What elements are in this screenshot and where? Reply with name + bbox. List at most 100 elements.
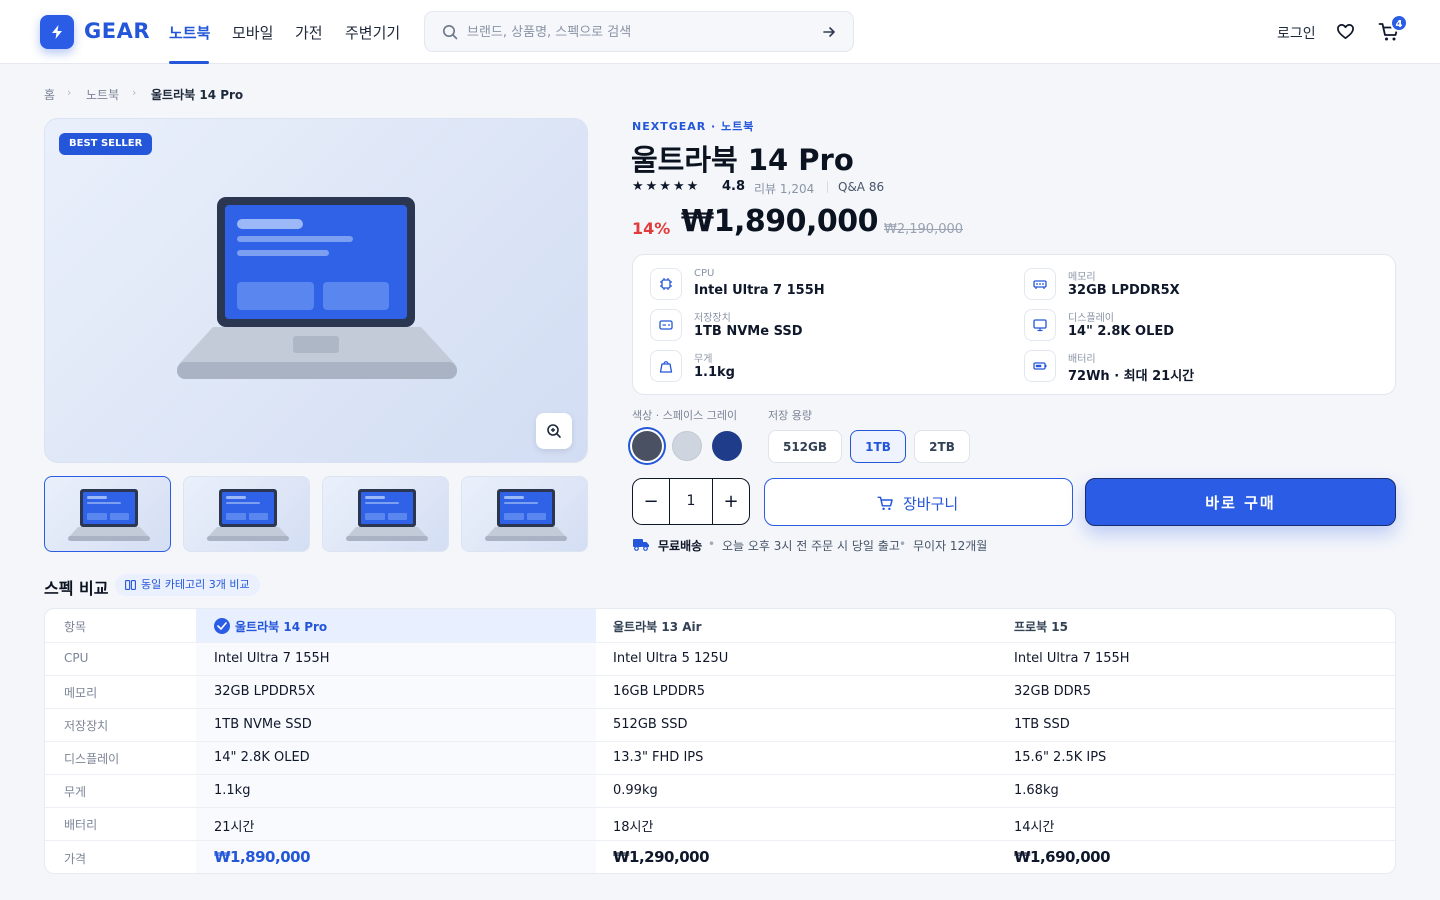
sale-price: ₩1,890,000 [681, 204, 879, 239]
breadcrumb-laptop[interactable]: 노트북 [86, 86, 119, 103]
spec-label-display: 디스플레이 [1068, 313, 1114, 324]
storage-option-1tb[interactable]: 1TB [850, 430, 906, 463]
table-cell-price: ₩1,890,000 [214, 848, 311, 866]
free-shipping-label: 무료배송 [658, 539, 703, 553]
spec-compare-title: 스펙 비교 [44, 579, 109, 598]
table-cell: 1TB SSD [1014, 717, 1070, 732]
spec-value-memory: 32GB LPDDR5X [1068, 283, 1180, 298]
spec-value-battery: 72Wh · 최대 21시간 [1068, 369, 1195, 384]
row-label-storage: 저장장치 [64, 719, 109, 733]
spec-label-memory: 메모리 [1068, 272, 1096, 283]
storage-option-label: 저장 용량 [768, 409, 812, 422]
column-header-item: 항목 [64, 620, 87, 634]
laptop-thumbnail-image [207, 489, 289, 541]
color-option-label: 색상 · 스페이스 그레이 [632, 409, 738, 422]
top-header: GEAR 노트북 모바일 가전 주변기기 로그인 4 [0, 0, 1440, 64]
spec-value-cpu: Intel Ultra 7 155H [694, 283, 825, 298]
add-to-cart-label: 장바구니 [903, 495, 959, 513]
row-divider [45, 642, 1395, 643]
memory-icon [1024, 268, 1056, 300]
row-label-price: 가격 [64, 852, 87, 866]
table-cell: 18시간 [613, 820, 654, 835]
cart-count-badge: 4 [1390, 14, 1408, 32]
row-divider [45, 708, 1395, 709]
table-cell: 32GB LPDDR5X [214, 684, 315, 699]
columns-icon [125, 580, 136, 590]
buy-now-button[interactable]: 바로 구매 [1085, 478, 1396, 526]
login-link[interactable]: 로그인 [1277, 23, 1316, 43]
nav-laptop[interactable]: 노트북 [169, 22, 210, 43]
nav-peripherals[interactable]: 주변기기 [345, 22, 400, 43]
thumbnail-3[interactable] [322, 476, 449, 552]
breadcrumb-current: 울트라북 14 Pro [151, 88, 244, 102]
best-seller-badge: BEST SELLER [59, 133, 153, 155]
add-to-cart-button[interactable]: 장바구니 [764, 478, 1073, 526]
cpu-icon [650, 268, 682, 300]
color-swatch-silver[interactable] [672, 431, 702, 461]
nav-mobile[interactable]: 모바일 [232, 22, 273, 43]
dispatch-info: 오늘 오후 3시 전 주문 시 당일 출고 [722, 539, 900, 553]
storage-option-2tb[interactable]: 2TB [914, 430, 970, 463]
storage-option-512gb[interactable]: 512GB [768, 430, 842, 463]
laptop-thumbnail-image [68, 489, 150, 541]
battery-icon [1024, 350, 1056, 382]
delivery-truck-icon [633, 539, 649, 551]
row-label-memory: 메모리 [64, 686, 98, 700]
logo-text[interactable]: GEAR [84, 19, 150, 43]
spec-label-storage: 저장장치 [694, 313, 731, 324]
review-count-link[interactable]: 리뷰 1,204 [754, 180, 814, 197]
table-cell-price: ₩1,690,000 [1014, 848, 1111, 866]
zoom-button[interactable] [536, 413, 572, 449]
separator-dot: • [899, 537, 907, 551]
thumbnail-2[interactable] [183, 476, 310, 552]
search-input[interactable] [467, 18, 807, 46]
storage-icon [650, 309, 682, 341]
search-bar[interactable] [424, 11, 854, 52]
rating-value: 4.8 [722, 179, 746, 194]
nav-active-indicator [169, 61, 209, 64]
thumbnail-1[interactable] [44, 476, 171, 552]
quantity-stepper: − 1 + [632, 478, 750, 525]
wishlist-heart-icon[interactable] [1336, 22, 1355, 41]
row-label-battery: 배터리 [64, 818, 98, 832]
thumbnail-4[interactable] [461, 476, 588, 552]
table-cell: Intel Ultra 7 155H [214, 651, 330, 666]
zoom-in-icon [547, 424, 561, 438]
spec-compare-table: 항목 울트라북 14 Pro 울트라북 13 Air 프로북 15 CPU In… [44, 608, 1396, 874]
table-cell: 512GB SSD [613, 717, 688, 732]
spec-value-display: 14" 2.8K OLED [1068, 324, 1175, 339]
original-price: ₩2,190,000 [884, 222, 964, 237]
table-cell: 1.1kg [214, 783, 251, 798]
nav-appliance[interactable]: 가전 [295, 22, 323, 43]
row-label-weight: 무게 [64, 785, 87, 799]
quantity-value[interactable]: 1 [670, 493, 712, 509]
column-header-probook-15[interactable]: 프로북 15 [1014, 618, 1068, 635]
compare-count-text: 동일 카테고리 3개 비교 [141, 578, 250, 591]
spec-value-weight: 1.1kg [694, 365, 735, 380]
laptop-thumbnail-image [346, 489, 428, 541]
table-cell: 1.68kg [1014, 783, 1059, 798]
row-divider [45, 675, 1395, 676]
spec-value-storage: 1TB NVMe SSD [694, 324, 803, 339]
logo-bolt-icon[interactable] [40, 15, 74, 49]
quantity-decrease-button[interactable]: − [633, 478, 670, 524]
weight-icon [650, 350, 682, 382]
row-label-display: 디스플레이 [64, 752, 120, 766]
column-header-ultrabook-14-pro[interactable]: 울트라북 14 Pro [235, 618, 327, 635]
table-cell: 16GB LPDDR5 [613, 684, 706, 699]
star-rating-icon: ★★★★★ [632, 179, 701, 194]
qa-link[interactable]: Q&A 86 [838, 180, 884, 194]
column-header-ultrabook-13-air[interactable]: 울트라북 13 Air [613, 618, 702, 635]
brand-category[interactable]: NEXTGEAR · 노트북 [632, 118, 754, 134]
table-cell: Intel Ultra 5 125U [613, 651, 729, 666]
quantity-increase-button[interactable]: + [712, 478, 749, 524]
color-swatch-space-gray[interactable] [632, 431, 662, 461]
table-cell: 14시간 [1014, 820, 1055, 835]
compare-count-badge[interactable]: 동일 카테고리 3개 비교 [115, 574, 260, 596]
breadcrumb-home[interactable]: 홈 [44, 86, 55, 103]
color-swatch-navy[interactable] [712, 431, 742, 461]
row-divider [45, 840, 1395, 841]
search-submit-arrow-icon[interactable] [822, 25, 836, 39]
row-divider [45, 741, 1395, 742]
product-title: 울트라북 14 Pro [631, 143, 854, 177]
